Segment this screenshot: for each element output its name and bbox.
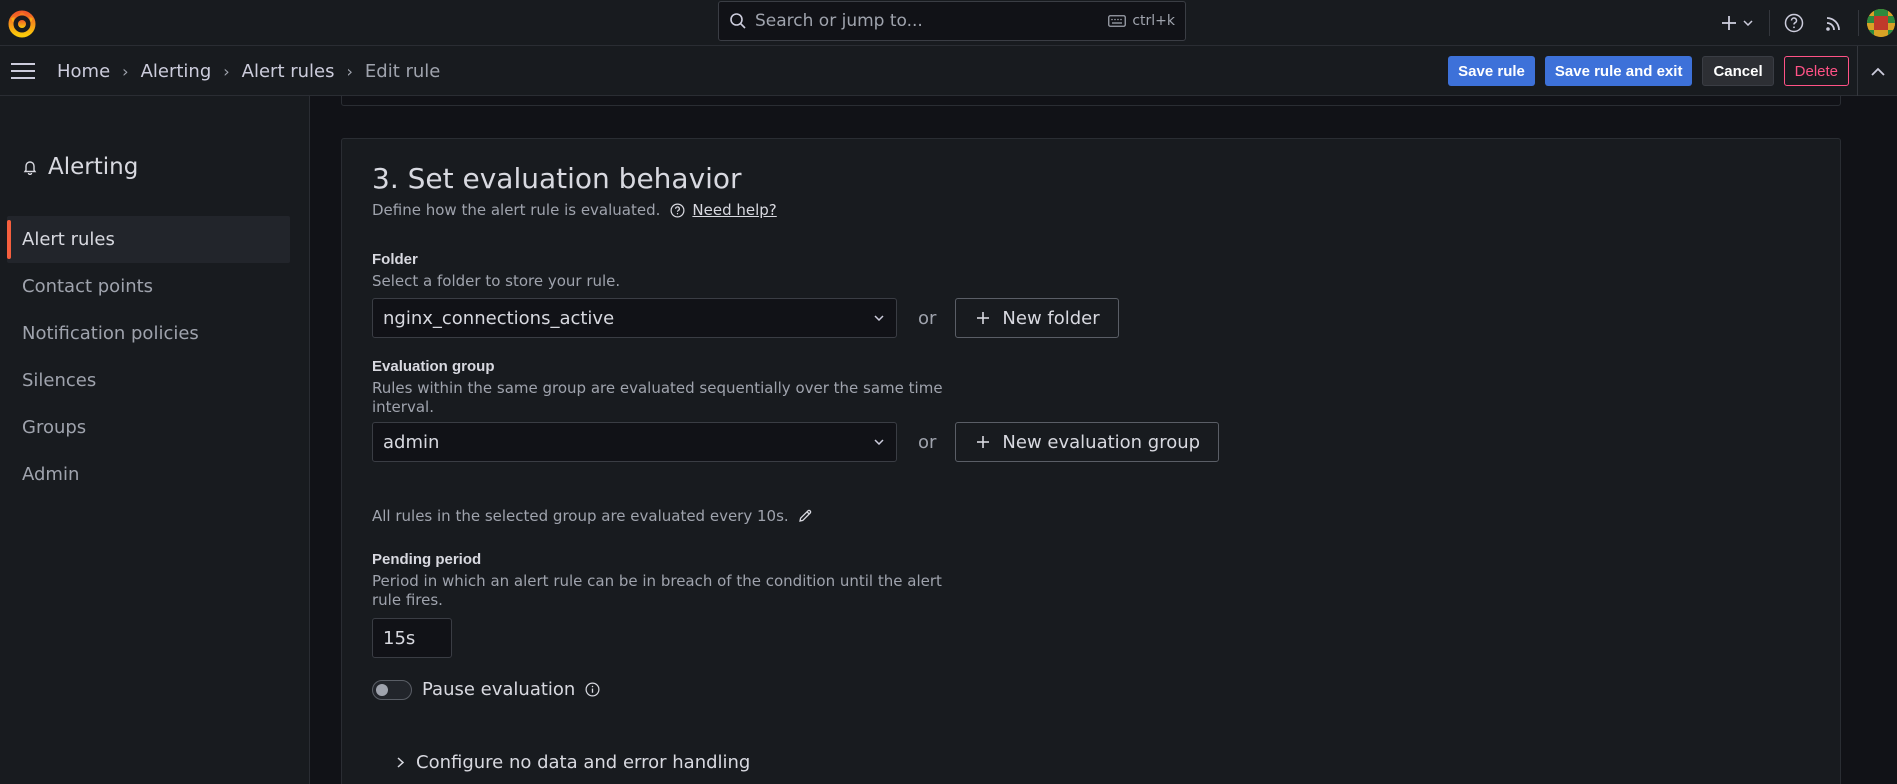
shortcut-label: ctrl+k — [1132, 13, 1175, 29]
chevron-down-icon — [874, 315, 884, 321]
plus-icon — [976, 435, 990, 449]
sidebar-item-admin[interactable]: Admin — [7, 451, 290, 498]
folder-field: Folder Select a folder to store your rul… — [372, 251, 1119, 338]
breadcrumb-edit-rule: Edit rule — [364, 60, 441, 82]
chevron-down-icon — [874, 439, 884, 445]
pending-period-hint: Period in which an alert rule can be in … — [372, 572, 942, 609]
search-input[interactable]: Search or jump to... — [755, 11, 1108, 31]
sidebar-item-contact-points[interactable]: Contact points — [7, 263, 290, 310]
menu-icon — [10, 61, 36, 81]
no-data-error-handling-toggle[interactable]: Configure no data and error handling — [397, 752, 750, 773]
info-icon[interactable] — [585, 682, 600, 697]
folder-select[interactable]: nginx_connections_active — [372, 298, 897, 338]
save-rule-and-exit-button[interactable]: Save rule and exit — [1544, 56, 1693, 86]
plus-icon — [1721, 15, 1737, 31]
section-description: Define how the alert rule is evaluated. … — [372, 201, 1772, 219]
breadcrumb-home[interactable]: Home — [57, 61, 110, 82]
evaluation-group-select-value: admin — [383, 431, 440, 453]
pending-period-input[interactable]: 15s — [372, 618, 452, 658]
pause-evaluation-row: Pause evaluation — [372, 679, 600, 700]
cancel-button[interactable]: Cancel — [1702, 56, 1774, 86]
chevron-down-icon — [1743, 20, 1753, 26]
breadcrumb-separator: › — [223, 61, 230, 81]
new-evaluation-group-button[interactable]: New evaluation group — [955, 422, 1220, 462]
plus-icon — [976, 311, 990, 325]
section-title: 3. Set evaluation behavior — [372, 162, 742, 195]
sidebar-item-groups[interactable]: Groups — [7, 404, 290, 451]
bell-icon — [22, 159, 38, 175]
search-bar[interactable]: Search or jump to... ctrl+k — [718, 1, 1186, 41]
delete-button[interactable]: Delete — [1783, 56, 1849, 86]
section-description-text: Define how the alert rule is evaluated. — [372, 201, 661, 219]
evaluation-group-label: Evaluation group — [372, 358, 495, 375]
evaluation-group-field: Evaluation group Rules within the same g… — [372, 358, 1220, 462]
evaluation-group-row: admin or New evaluation group — [372, 422, 1220, 462]
new-evaluation-group-label: New evaluation group — [1002, 431, 1201, 453]
rss-icon — [1825, 14, 1843, 32]
toggle-knob — [376, 683, 388, 696]
pending-period-label: Pending period — [372, 551, 482, 568]
avatar[interactable] — [1867, 9, 1895, 37]
help-button[interactable] — [1780, 9, 1808, 37]
folder-select-value: nginx_connections_active — [383, 307, 615, 329]
new-folder-button[interactable]: New folder — [955, 298, 1119, 338]
sidebar-item-silences[interactable]: Silences — [7, 357, 290, 404]
pause-evaluation-label: Pause evaluation — [422, 679, 576, 700]
keyboard-icon — [1108, 15, 1127, 27]
folder-hint: Select a folder to store your rule. — [372, 272, 621, 290]
evaluation-group-select[interactable]: admin — [372, 422, 897, 462]
evaluation-interval-note: All rules in the selected group are eval… — [372, 507, 813, 525]
rule-actions: Save rule Save rule and exit Cancel Dele… — [1438, 46, 1897, 96]
sidebar-nav: Alert rules Contact points Notification … — [7, 216, 290, 498]
search-shortcut: ctrl+k — [1108, 13, 1175, 29]
sidebar-title: Alerting — [48, 154, 139, 180]
or-label: or — [918, 307, 937, 329]
news-button[interactable] — [1820, 9, 1848, 37]
divider — [1858, 10, 1859, 36]
evaluation-group-hint: Rules within the same group are evaluate… — [372, 379, 943, 416]
help-icon — [1784, 13, 1804, 33]
collapse-header-button[interactable] — [1857, 46, 1897, 96]
help-circle-icon — [670, 203, 685, 218]
breadcrumb-separator: › — [122, 61, 129, 81]
no-data-error-handling-label: Configure no data and error handling — [416, 752, 751, 773]
top-bar: Search or jump to... ctrl+k — [0, 0, 1897, 46]
divider — [1769, 10, 1770, 36]
breadcrumb: Home › Alerting › Alert rules › Edit rul… — [57, 46, 440, 96]
evaluation-interval-text: All rules in the selected group are eval… — [372, 507, 789, 525]
menu-toggle-button[interactable] — [10, 61, 36, 81]
evaluation-behavior-card: 3. Set evaluation behavior Define how th… — [341, 138, 1841, 784]
chevron-right-icon — [397, 757, 404, 768]
sidebar: Alerting Alert rules Contact points Noti… — [0, 96, 310, 784]
chevron-up-icon — [1870, 67, 1885, 76]
folder-label: Folder — [372, 251, 418, 268]
or-label: or — [918, 431, 937, 453]
previous-section-card — [341, 96, 1841, 106]
main-content: 3. Set evaluation behavior Define how th… — [311, 96, 1897, 784]
breadcrumb-alerting[interactable]: Alerting — [141, 61, 212, 82]
breadcrumb-alert-rules[interactable]: Alert rules — [242, 61, 335, 82]
save-rule-button[interactable]: Save rule — [1448, 56, 1535, 86]
pencil-icon[interactable] — [797, 508, 813, 524]
top-right-actions — [1715, 0, 1897, 46]
new-folder-label: New folder — [1002, 307, 1100, 329]
breadcrumb-separator: › — [346, 61, 353, 81]
page-toolbar: Home › Alerting › Alert rules › Edit rul… — [0, 46, 1897, 96]
folder-row: nginx_connections_active or New folder — [372, 298, 1119, 338]
new-menu-button[interactable] — [1715, 9, 1759, 37]
card-content: 3. Set evaluation behavior Define how th… — [372, 161, 1772, 773]
grafana-logo[interactable] — [7, 8, 37, 38]
pending-period-field: Pending period Period in which an alert … — [372, 551, 962, 658]
need-help-link[interactable]: Need help? — [692, 201, 776, 219]
sidebar-item-alert-rules[interactable]: Alert rules — [7, 216, 290, 263]
sidebar-header: Alerting — [22, 154, 138, 180]
sidebar-item-notification-policies[interactable]: Notification policies — [7, 310, 290, 357]
pause-evaluation-toggle[interactable] — [372, 679, 412, 700]
search-icon — [729, 12, 747, 30]
